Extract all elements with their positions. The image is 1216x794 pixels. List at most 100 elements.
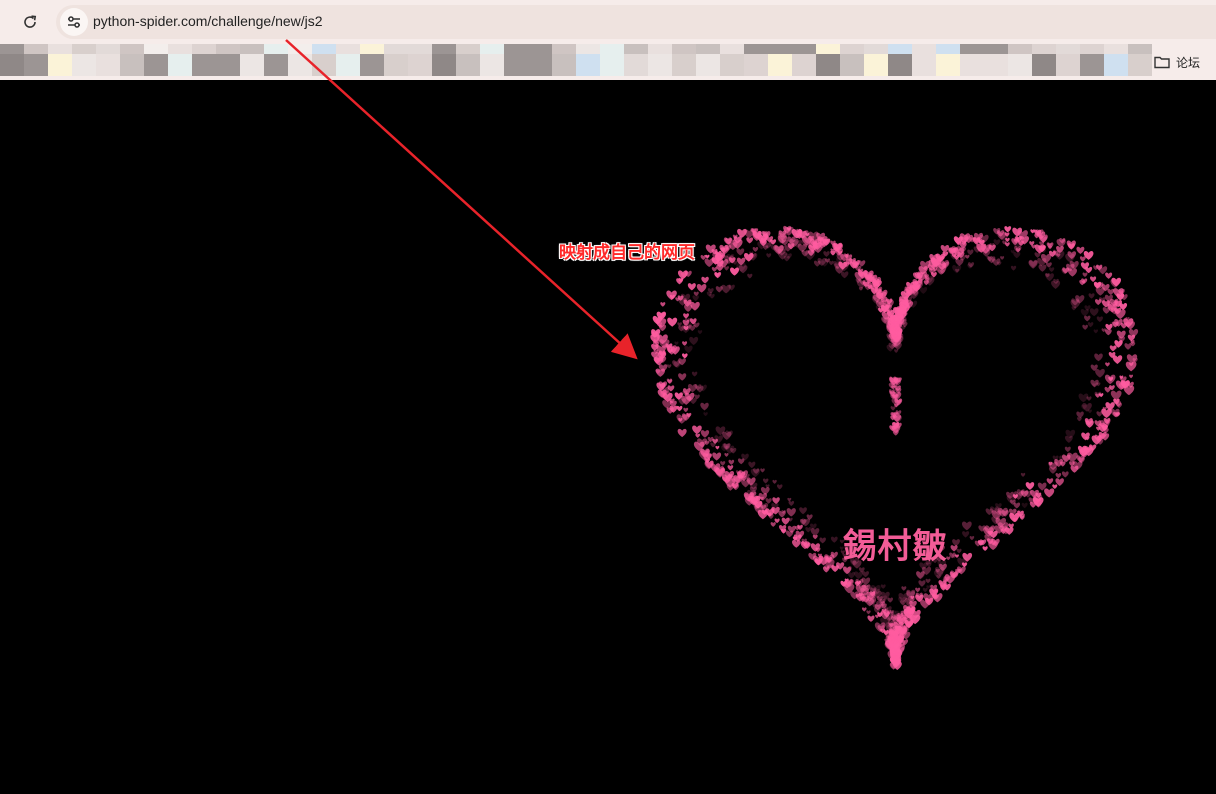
- heart-particle: [1120, 294, 1128, 301]
- mosaic-tile: [288, 44, 312, 54]
- mosaic-tile: [816, 54, 840, 76]
- heart-particle: [1048, 267, 1055, 273]
- heart-particle: [1084, 315, 1091, 322]
- mosaic-tile: [792, 44, 816, 54]
- mosaic-tile: [936, 44, 960, 54]
- mosaic-tile: [984, 54, 1008, 76]
- heart-particle: [709, 293, 715, 299]
- heart-particle: [854, 571, 863, 580]
- heart-particle: [776, 484, 783, 490]
- mosaic-tile: [624, 44, 648, 54]
- mosaic-tile: [48, 44, 72, 54]
- heart-particle: [1004, 226, 1012, 233]
- heart-particle: [919, 286, 928, 294]
- heart-particle: [1079, 256, 1086, 262]
- mosaic-tile: [1104, 54, 1128, 76]
- mosaic-tile: [1008, 44, 1032, 54]
- mosaic-tile: [432, 44, 456, 54]
- mosaic-tile: [696, 44, 720, 54]
- mosaic-tile: [840, 54, 864, 76]
- mosaic-tile: [264, 44, 288, 54]
- mosaic-tile: [816, 44, 840, 54]
- heart-particle: [667, 317, 678, 327]
- heart-particle: [1030, 229, 1035, 234]
- mosaic-tile: [1080, 44, 1104, 54]
- heart-particle: [1000, 256, 1005, 260]
- mosaic-tile: [216, 54, 240, 76]
- heart-particle: [701, 276, 709, 284]
- heart-particle: [703, 412, 708, 417]
- mosaic-tile: [384, 54, 408, 76]
- heart-particle: [746, 237, 754, 244]
- mosaic-tile: [144, 44, 168, 54]
- mosaic-tile: [48, 54, 72, 76]
- heart-particle: [737, 228, 747, 238]
- heart-particle: [1093, 329, 1099, 334]
- mosaic-tile: [936, 54, 960, 76]
- heart-particle: [678, 373, 687, 381]
- heart-particle: [1095, 368, 1105, 378]
- heart-particle: [676, 405, 683, 412]
- heart-particle: [880, 584, 886, 589]
- mosaic-tile: [696, 54, 720, 76]
- heart-particle: [890, 406, 896, 411]
- heart-particle: [956, 548, 962, 554]
- heart-particle: [1095, 287, 1105, 296]
- url-text[interactable]: python-spider.com/challenge/new/js2: [93, 13, 323, 29]
- mosaic-tile: [288, 54, 312, 76]
- heart-particle: [940, 244, 950, 253]
- bookmark-folder-forum[interactable]: 论坛: [1148, 50, 1206, 74]
- heart-particle: [813, 260, 821, 267]
- mosaic-tile: [96, 54, 120, 76]
- mosaic-tile: [384, 44, 408, 54]
- heart-particle: [692, 295, 699, 302]
- mosaic-tile: [624, 54, 648, 76]
- heart-particle: [1088, 293, 1095, 299]
- heart-particle: [1096, 411, 1103, 417]
- reload-button[interactable]: [18, 10, 42, 34]
- mosaic-tile: [600, 54, 624, 76]
- heart-particle: [781, 517, 790, 525]
- particle-heart: [650, 225, 1139, 670]
- mosaic-tile: [1080, 54, 1104, 76]
- heart-particle: [1064, 446, 1071, 453]
- mosaic-tile: [456, 44, 480, 54]
- browser-toolbar: python-spider.com/challenge/new/js2: [0, 0, 1216, 44]
- mosaic-tile: [720, 54, 744, 76]
- heart-particle: [710, 442, 716, 448]
- annotation-label: 映射成自己的网页: [559, 243, 695, 263]
- heart-particle: [1129, 374, 1134, 379]
- heart-particle: [720, 461, 726, 466]
- mosaic-tile: [192, 54, 216, 76]
- mosaic-tile: [24, 54, 48, 76]
- heart-particle: [766, 253, 772, 258]
- mosaic-tile: [960, 44, 984, 54]
- heart-particle: [697, 330, 703, 335]
- heart-particle: [840, 271, 849, 279]
- site-info-button[interactable]: [60, 8, 88, 36]
- heart-particle: [712, 452, 722, 461]
- heart-particle: [1085, 266, 1093, 274]
- mosaic-tile: [888, 54, 912, 76]
- mosaic-tile: [96, 44, 120, 54]
- mosaic-tile: [192, 44, 216, 54]
- heart-particle: [1066, 240, 1076, 249]
- heart-particle: [962, 531, 970, 538]
- heart-particle: [1105, 362, 1110, 367]
- mosaic-tile: [552, 44, 576, 54]
- heart-particle: [847, 571, 856, 579]
- heart-particle: [1101, 408, 1112, 418]
- heart-particle: [696, 283, 707, 293]
- mosaic-tile: [120, 54, 144, 76]
- heart-particle: [1052, 484, 1058, 489]
- address-bar[interactable]: python-spider.com/challenge/new/js2: [56, 5, 1216, 39]
- heart-particle: [772, 497, 780, 504]
- heart-particle: [1082, 272, 1088, 277]
- heart-particle: [700, 402, 709, 411]
- heart-particle: [770, 522, 776, 527]
- heart-particle: [925, 578, 931, 584]
- heart-particle: [1055, 472, 1062, 479]
- mosaic-tile: [960, 54, 984, 76]
- heart-particle: [1082, 324, 1088, 330]
- heart-particle: [922, 587, 928, 593]
